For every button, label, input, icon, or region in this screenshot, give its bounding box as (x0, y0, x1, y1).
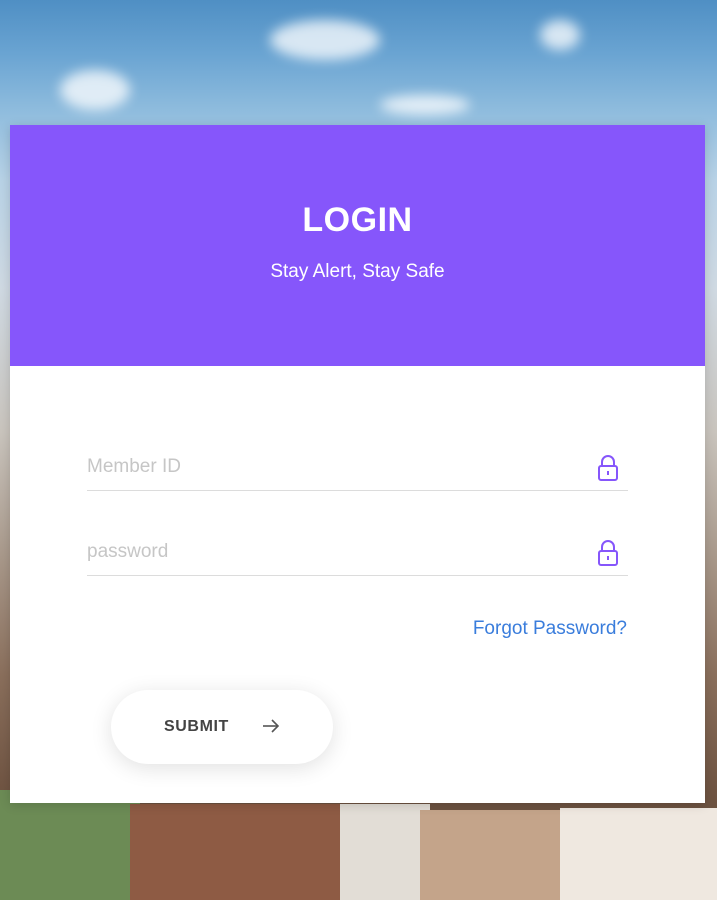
page-subtitle: Stay Alert, Stay Safe (270, 261, 445, 282)
arrow-right-icon (263, 719, 280, 733)
login-card: LOGIN Stay Alert, Stay Safe Forgot Passw… (10, 125, 705, 803)
submit-button[interactable]: SUBMIT (111, 690, 333, 764)
forgot-password-link[interactable]: Forgot Password? (473, 618, 627, 640)
member-id-field-wrapper (87, 446, 628, 491)
lock-icon (598, 455, 618, 481)
password-input[interactable] (87, 531, 577, 573)
page-title: LOGIN (302, 201, 413, 239)
member-id-input[interactable] (87, 446, 577, 488)
login-header: LOGIN Stay Alert, Stay Safe (10, 125, 705, 366)
password-field-wrapper (87, 531, 628, 576)
submit-label: SUBMIT (164, 718, 229, 735)
lock-icon (598, 540, 618, 566)
